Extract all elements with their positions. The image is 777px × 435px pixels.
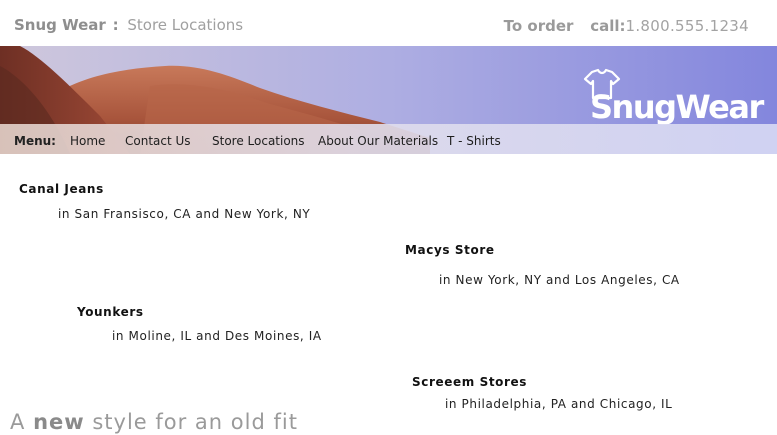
section-name: Store Locations xyxy=(127,16,244,34)
top-bar: Snug Wear : Store Locations To order cal… xyxy=(0,0,777,46)
store-name-screeem-stores: Screeem Stores xyxy=(412,375,527,389)
store-name-macys: Macys Store xyxy=(405,243,495,257)
menu-label: Menu: xyxy=(14,134,56,148)
store-name-canal-jeans: Canal Jeans xyxy=(19,182,104,196)
page: Snug Wear : Store Locations To order cal… xyxy=(0,0,777,435)
phone-number: 1.800.555.1234 xyxy=(625,17,749,35)
call-label: call: xyxy=(590,17,626,35)
tagline-post: style for an old fit xyxy=(92,410,298,434)
to-order-label: To order xyxy=(503,17,574,35)
store-location-macys: in New York, NY and Los Angeles, CA xyxy=(439,273,680,287)
snugwear-logo[interactable]: SnugWear xyxy=(578,68,764,128)
menu-item-home[interactable]: Home xyxy=(70,134,105,148)
menu-item-t-shirts[interactable]: T - Shirts xyxy=(447,134,501,148)
site-title: Snug Wear : Store Locations xyxy=(14,16,243,34)
menu-item-about-our-materials[interactable]: About Our Materials xyxy=(318,134,438,148)
menu-item-store-locations[interactable]: Store Locations xyxy=(212,134,305,148)
tagline-strong: new xyxy=(33,410,85,434)
store-location-screeem-stores: in Philadelphia, PA and Chicago, IL xyxy=(445,397,673,411)
store-name-younkers: Younkers xyxy=(77,305,144,319)
order-info: To order call:1.800.555.1234 xyxy=(504,17,749,35)
brand-name: Snug Wear xyxy=(14,16,106,34)
menu-bar: Menu: Home Contact Us Store Locations Ab… xyxy=(0,124,777,154)
tagline: A new style for an old fit xyxy=(10,410,298,434)
title-separator: : xyxy=(112,16,119,34)
tagline-pre: A xyxy=(10,410,26,434)
menu-item-contact-us[interactable]: Contact Us xyxy=(125,134,191,148)
store-location-younkers: in Moline, IL and Des Moines, IA xyxy=(112,329,322,343)
logo-text: SnugWear xyxy=(590,88,764,126)
store-location-canal-jeans: in San Fransisco, CA and New York, NY xyxy=(58,207,311,221)
